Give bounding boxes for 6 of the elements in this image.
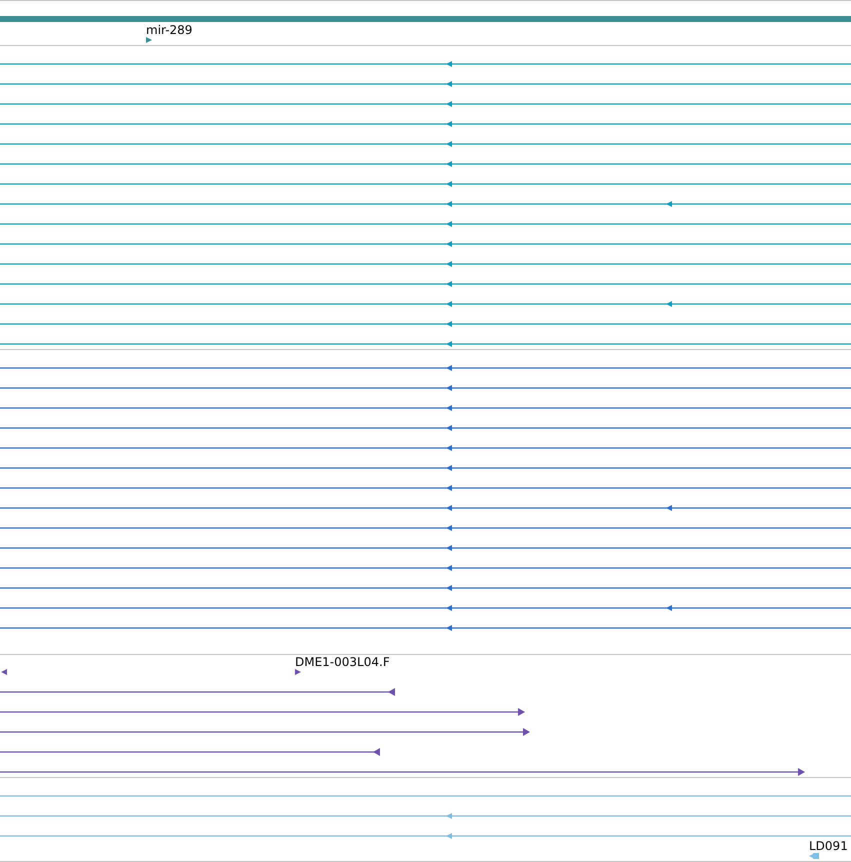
feature-label: DME1-003L04.F — [295, 655, 390, 669]
gene-label: mir-289 — [146, 23, 192, 37]
arrow-icon — [808, 852, 820, 860]
arrow-icon — [0, 668, 9, 676]
feature-label: LD091 — [809, 839, 848, 853]
arrow-icon — [294, 668, 302, 676]
